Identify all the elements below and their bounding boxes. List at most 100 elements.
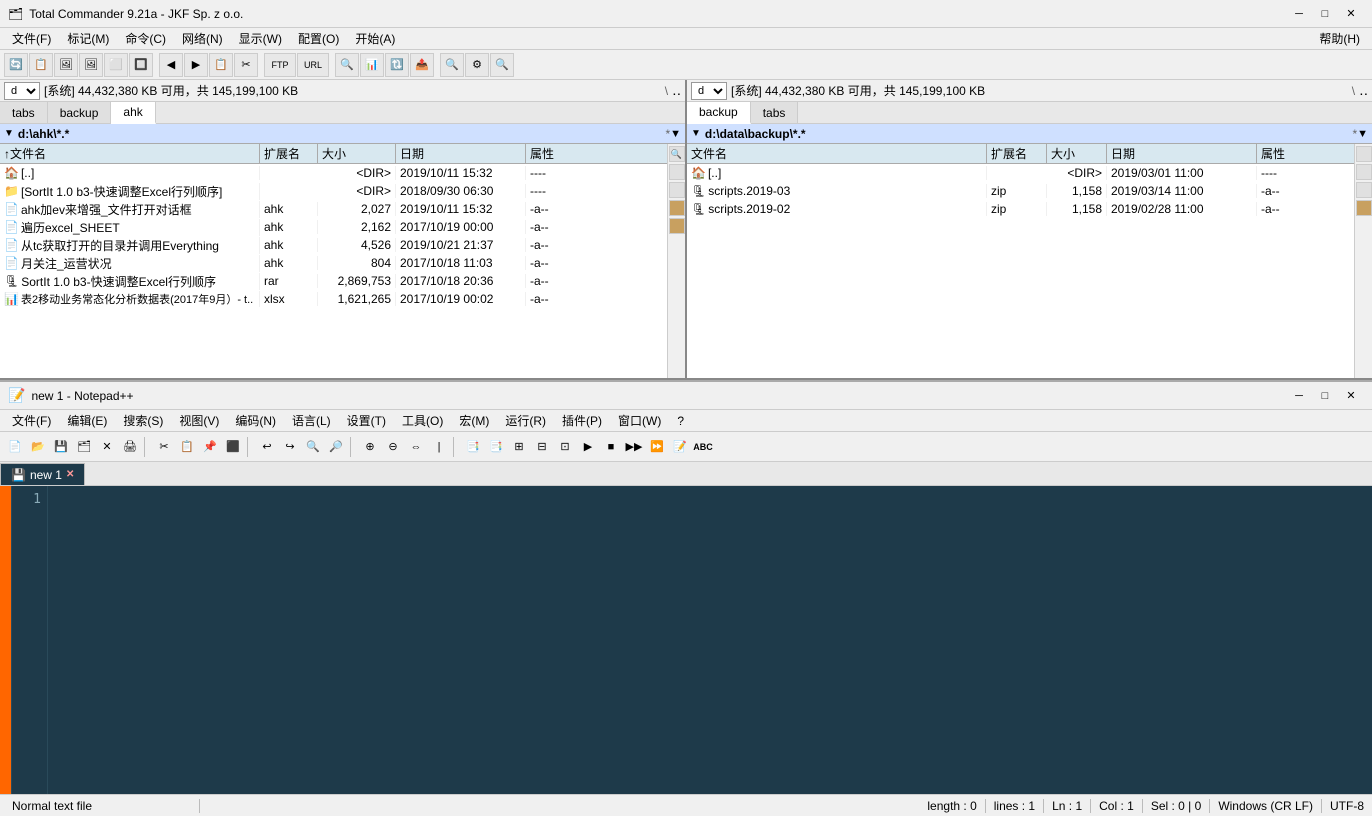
tc-tb-move[interactable]: ✂ xyxy=(234,53,258,77)
npp-tb-find2[interactable]: 🔎 xyxy=(325,436,347,458)
npp-tb-btn22[interactable]: ⏩ xyxy=(646,436,668,458)
tc-tb-btn5[interactable]: ⬜ xyxy=(104,53,128,77)
tc-tb-copy[interactable]: 📋 xyxy=(209,53,233,77)
npp-tb-print[interactable]: 🖨 xyxy=(119,436,141,458)
tc-tb-btn3[interactable]: 🖼 xyxy=(54,53,78,77)
tc-close-btn[interactable]: ✕ xyxy=(1338,4,1364,24)
npp-tb-zoom-in[interactable]: ⊕ xyxy=(359,436,381,458)
left-col-ext[interactable]: 扩展名 xyxy=(260,144,318,163)
npp-tb-btn23[interactable]: 📝 xyxy=(669,436,691,458)
left-tab-ahk[interactable]: ahk xyxy=(111,102,155,124)
left-side-btn3[interactable] xyxy=(669,182,685,198)
npp-tb-save[interactable]: 💾 xyxy=(50,436,72,458)
tc-tb-btn4[interactable]: 🖼 xyxy=(79,53,103,77)
right-drive-dotdot[interactable]: ‥ xyxy=(1359,83,1368,99)
npp-menu-settings[interactable]: 设置(T) xyxy=(339,410,394,431)
right-side-btn1[interactable] xyxy=(1356,146,1372,162)
npp-tb-btn17[interactable]: ⊟ xyxy=(531,436,553,458)
tc-menu-net[interactable]: 网络(N) xyxy=(174,28,231,49)
left-file-row-6[interactable]: 🗜SortIt 1.0 b3-快速调整Excel行列顺序 rar 2,869,7… xyxy=(0,272,667,290)
npp-tb-btn18[interactable]: ⊡ xyxy=(554,436,576,458)
right-drive-select[interactable]: d xyxy=(691,82,727,100)
right-side-btn2[interactable] xyxy=(1356,164,1372,180)
tc-menu-start[interactable]: 开始(A) xyxy=(347,28,403,49)
tc-tb-fwd[interactable]: ▶ xyxy=(184,53,208,77)
left-path-btn[interactable]: ▼ xyxy=(670,128,681,140)
npp-menu-file[interactable]: 文件(F) xyxy=(4,410,59,431)
npp-tb-btn21[interactable]: ▶▶ xyxy=(623,436,645,458)
left-col-attr[interactable]: 属性 xyxy=(526,144,667,163)
npp-tab-close-btn[interactable]: ✕ xyxy=(66,469,74,480)
left-side-btn2[interactable] xyxy=(669,164,685,180)
right-col-ext[interactable]: 扩展名 xyxy=(987,144,1047,163)
right-tab-tabs[interactable]: tabs xyxy=(751,102,799,123)
npp-tb-redo[interactable]: ↪ xyxy=(279,436,301,458)
left-tab-tabs[interactable]: tabs xyxy=(0,102,48,123)
tc-menu-config[interactable]: 配置(O) xyxy=(290,28,347,49)
npp-tb-undo[interactable]: ↩ xyxy=(256,436,278,458)
tc-tb-btn10[interactable]: 🔃 xyxy=(385,53,409,77)
npp-tab-new1[interactable]: 💾 new 1 ✕ xyxy=(0,463,85,485)
right-col-name[interactable]: 文件名 xyxy=(687,144,987,163)
tc-tb-find[interactable]: 🔍 xyxy=(490,53,514,77)
right-file-row-2[interactable]: 🗜scripts.2019-02 zip 1,158 2019/02/28 11… xyxy=(687,200,1354,218)
npp-menu-plugins[interactable]: 插件(P) xyxy=(554,410,610,431)
npp-menu-run[interactable]: 运行(R) xyxy=(497,410,554,431)
left-file-row-2[interactable]: 📄ahk加ev来增强_文件打开对话框 ahk 2,027 2019/10/11 … xyxy=(0,200,667,218)
right-side-btn3[interactable] xyxy=(1356,182,1372,198)
npp-tb-word-wrap[interactable]: ⇔ xyxy=(405,436,427,458)
npp-menu-macro[interactable]: 宏(M) xyxy=(451,410,497,431)
right-tab-backup[interactable]: backup xyxy=(687,102,751,124)
right-col-date[interactable]: 日期 xyxy=(1107,144,1257,163)
tc-menu-help[interactable]: 帮助(H) xyxy=(1311,28,1368,49)
npp-close-btn[interactable]: ✕ xyxy=(1338,386,1364,406)
npp-tb-indent-guide[interactable]: | xyxy=(428,436,450,458)
tc-tb-back[interactable]: ◀ xyxy=(159,53,183,77)
npp-menu-lang[interactable]: 语言(L) xyxy=(284,410,339,431)
tc-tb-settings[interactable]: ⚙ xyxy=(465,53,489,77)
tc-tb-url[interactable]: URL xyxy=(297,53,329,77)
left-side-btn5[interactable] xyxy=(669,218,685,234)
left-col-name[interactable]: ↑文件名 xyxy=(0,144,260,163)
tc-menu-mark[interactable]: 标记(M) xyxy=(59,28,117,49)
tc-tb-ftp[interactable]: FTP xyxy=(264,53,296,77)
npp-tb-btn20[interactable]: ■ xyxy=(600,436,622,458)
npp-tb-btn19[interactable]: ▶ xyxy=(577,436,599,458)
npp-tb-saveall[interactable]: 🗂 xyxy=(73,436,95,458)
left-col-date[interactable]: 日期 xyxy=(396,144,526,163)
tc-tb-search[interactable]: 🔍 xyxy=(335,53,359,77)
npp-tb-paste[interactable]: 📌 xyxy=(199,436,221,458)
left-tab-backup[interactable]: backup xyxy=(48,102,112,123)
left-file-row-0[interactable]: 🏠[..] <DIR> 2019/10/11 15:32 ---- xyxy=(0,164,667,182)
npp-menu-search[interactable]: 搜索(S) xyxy=(115,410,171,431)
npp-menu-encode[interactable]: 编码(N) xyxy=(227,410,284,431)
tc-tb-btn6[interactable]: 🔲 xyxy=(129,53,153,77)
left-file-row-1[interactable]: 📁[SortIt 1.0 b3-快速调整Excel行列顺序] <DIR> 201… xyxy=(0,182,667,200)
left-file-row-5[interactable]: 📄月关注_运营状况 ahk 804 2017/10/18 11:03 -a-- xyxy=(0,254,667,272)
npp-tb-sel-all[interactable]: ⬛ xyxy=(222,436,244,458)
npp-menu-help[interactable]: ? xyxy=(669,412,692,430)
left-side-btn4[interactable] xyxy=(669,200,685,216)
right-side-btn4[interactable] xyxy=(1356,200,1372,216)
npp-menu-tools[interactable]: 工具(O) xyxy=(394,410,451,431)
tc-menu-cmd[interactable]: 命令(C) xyxy=(117,28,174,49)
left-side-btn-search[interactable]: 🔍 xyxy=(669,146,685,162)
left-file-row-4[interactable]: 📄从tc获取打开的目录并调用Everything ahk 4,526 2019/… xyxy=(0,236,667,254)
tc-tb-search2[interactable]: 🔍 xyxy=(440,53,464,77)
npp-menu-edit[interactable]: 编辑(E) xyxy=(59,410,115,431)
npp-minimize-btn[interactable]: ─ xyxy=(1286,386,1312,406)
npp-maximize-btn[interactable]: □ xyxy=(1312,386,1338,406)
right-col-size[interactable]: 大小 xyxy=(1047,144,1107,163)
npp-tb-btn16[interactable]: ⊞ xyxy=(508,436,530,458)
npp-editor-content[interactable] xyxy=(48,486,1372,794)
left-file-row-7[interactable]: 📊表2移动业务常态化分析数据表(2017年9月）- t.. xlsx 1,621… xyxy=(0,290,667,308)
npp-tb-open[interactable]: 📂 xyxy=(27,436,49,458)
npp-tb-new[interactable]: 📄 xyxy=(4,436,26,458)
npp-tb-zoom-out[interactable]: ⊖ xyxy=(382,436,404,458)
left-col-size[interactable]: 大小 xyxy=(318,144,396,163)
npp-menu-view[interactable]: 视图(V) xyxy=(171,410,227,431)
tc-maximize-btn[interactable]: □ xyxy=(1312,4,1338,24)
npp-tb-copy[interactable]: 📋 xyxy=(176,436,198,458)
tc-menu-view[interactable]: 显示(W) xyxy=(231,28,290,49)
npp-tb-close[interactable]: ✕ xyxy=(96,436,118,458)
